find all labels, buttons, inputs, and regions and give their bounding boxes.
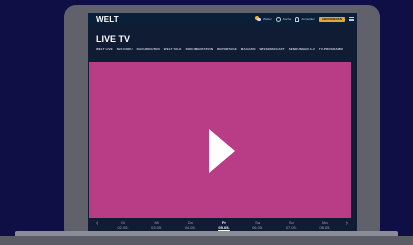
weather-icon	[255, 16, 262, 22]
day-selector: Di 02.05. Mi 03.05. Do 04.05. Fr 05.05. Sa 06.05.…	[111, 220, 337, 231]
day-item[interactable]: Di 02.05.	[111, 220, 135, 231]
day-item[interactable]: Fr 05.05.	[212, 220, 236, 231]
day-date: 03.05.	[151, 225, 163, 230]
nav-tab[interactable]: WELT LIVE	[96, 47, 113, 51]
site-logo[interactable]: WELT	[96, 15, 119, 24]
day-item[interactable]: Mo 08.05.	[313, 220, 337, 231]
screen: WELT Wetter Suche Anmelden ABONNIEREN LI…	[88, 13, 357, 233]
login-label: Anmelden	[301, 17, 315, 21]
nav-tab[interactable]: REPORTAGE	[217, 47, 237, 51]
site-header: WELT Wetter Suche Anmelden ABONNIEREN	[88, 13, 357, 25]
user-icon	[295, 16, 300, 22]
laptop-base	[0, 231, 413, 245]
day-date: 04.05.	[184, 225, 196, 230]
weather-link[interactable]: Wetter	[255, 16, 272, 22]
nav-tab[interactable]: WELT TALK	[164, 47, 182, 51]
nav-tab[interactable]: SENDUNGEN A-Z	[289, 47, 315, 51]
nav-tab[interactable]: N24 DOKU	[117, 47, 133, 51]
search-label: Suche	[282, 17, 292, 21]
day-item[interactable]: Sa 06.05.	[246, 220, 270, 231]
day-item[interactable]: Mi 03.05.	[145, 220, 169, 231]
day-date: 02.05.	[117, 225, 129, 230]
search-button[interactable]: Suche	[275, 16, 292, 22]
nav-tab[interactable]: WISSENSCHAFT	[260, 47, 285, 51]
day-date: 06.05.	[252, 225, 264, 230]
day-item[interactable]: Do 04.05.	[178, 220, 202, 231]
nav-tab[interactable]: TV-PROGRAMM	[319, 47, 343, 51]
menu-icon[interactable]	[349, 17, 354, 21]
day-date: 08.05.	[319, 225, 331, 230]
video-player[interactable]	[89, 62, 351, 231]
category-nav: WELT LIVE N24 DOKU NACHRICHTEN WELT TALK DOK…	[96, 47, 351, 51]
play-icon[interactable]	[209, 129, 235, 173]
day-date: 07.05.	[285, 225, 297, 230]
nav-tab[interactable]: DOKUMENTATION	[186, 47, 214, 51]
nav-tab[interactable]: MAGAZIN	[241, 47, 256, 51]
subscribe-button[interactable]: ABONNIEREN	[318, 16, 345, 22]
header-actions: Wetter Suche Anmelden ABONNIEREN	[255, 13, 357, 25]
chevron-left-icon[interactable]: ‹	[96, 220, 98, 227]
page-title: LIVE TV	[96, 34, 131, 44]
weather-label: Wetter	[263, 17, 272, 21]
search-icon	[275, 16, 281, 22]
nav-tab[interactable]: NACHRICHTEN	[137, 47, 160, 51]
login-button[interactable]: Anmelden	[295, 16, 315, 22]
day-item[interactable]: So 07.05.	[279, 220, 303, 231]
chevron-right-icon[interactable]: ›	[346, 220, 348, 227]
